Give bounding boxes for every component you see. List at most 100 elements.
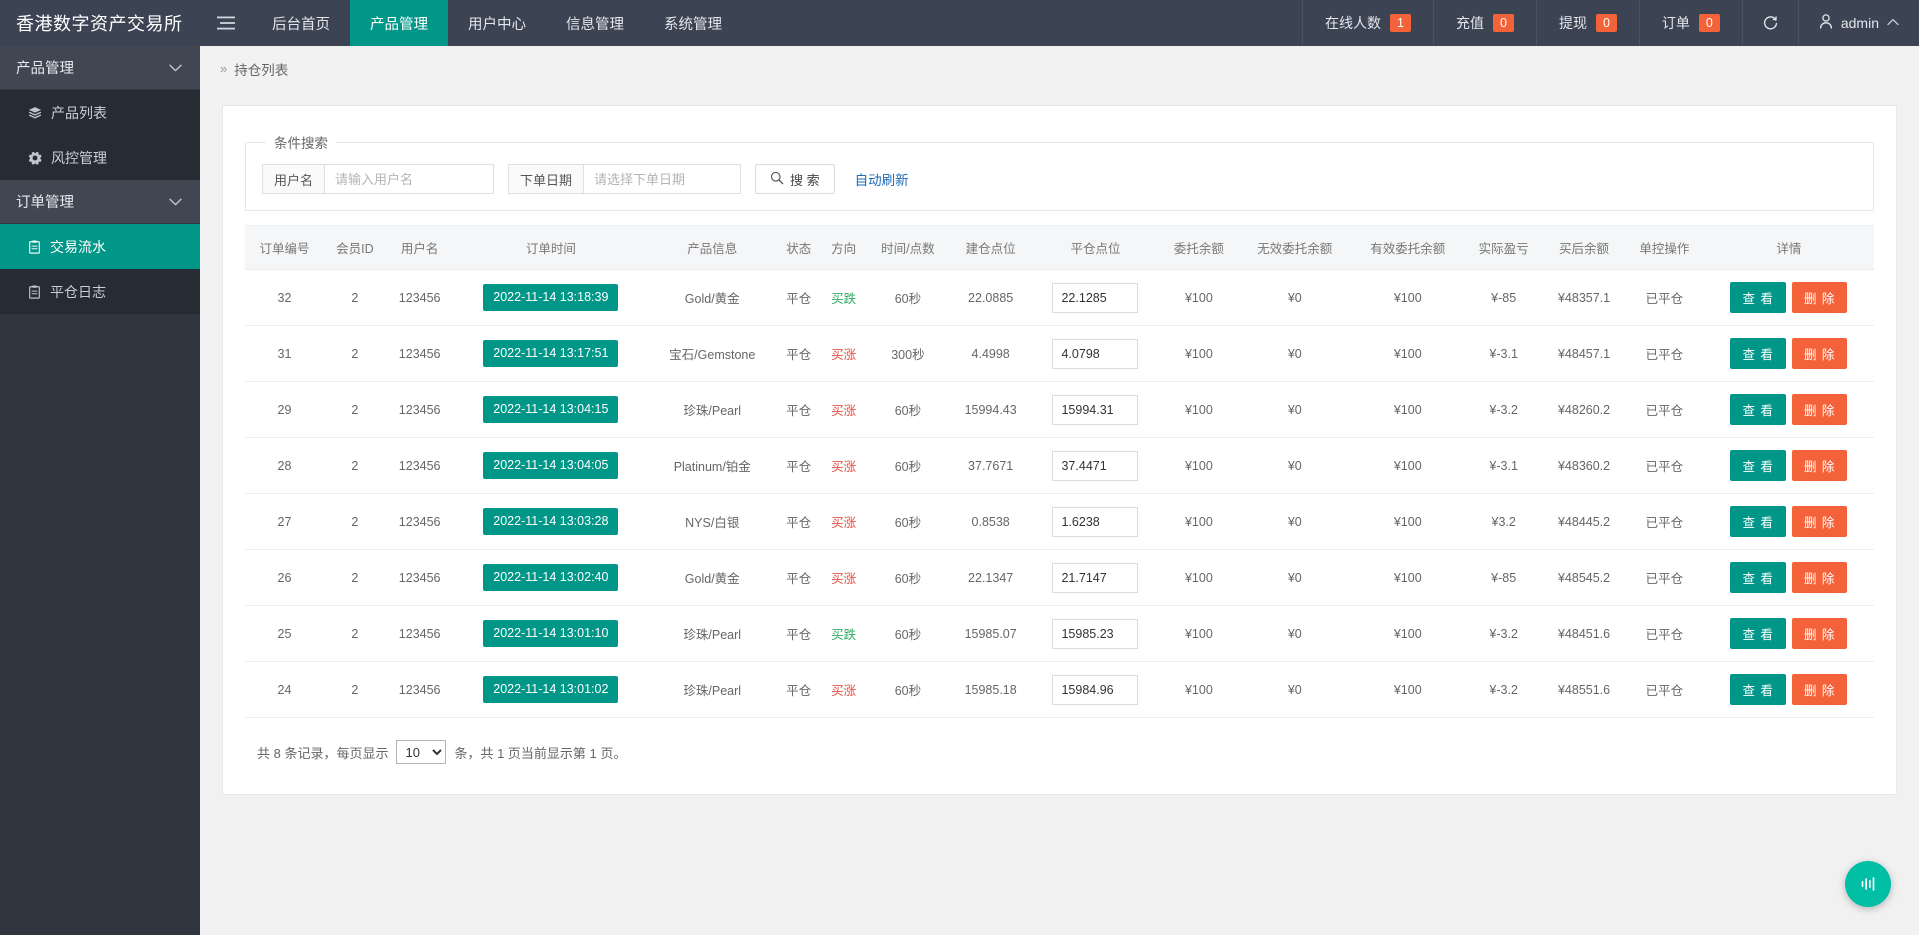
search-username-input[interactable] [324, 164, 494, 194]
view-button[interactable]: 查 看 [1730, 450, 1785, 481]
top-navbar: 香港数字资产交易所 后台首页 产品管理 用户中心 信息管理 系统管理 在线人数 … [0, 0, 1919, 46]
menu-icon[interactable] [200, 0, 252, 46]
cell-member-id: 2 [324, 326, 386, 382]
user-menu[interactable]: admin [1798, 0, 1919, 46]
delete-button[interactable]: 删 除 [1792, 674, 1847, 705]
page-size-select[interactable]: 102050100 [396, 740, 446, 764]
cell-actual-profit: ¥-3.2 [1464, 662, 1543, 718]
delete-button[interactable]: 删 除 [1792, 394, 1847, 425]
cell-duration: 60秒 [866, 550, 950, 606]
cell-valid-entrust: ¥100 [1351, 438, 1464, 494]
brand-title: 香港数字资产交易所 [0, 0, 200, 46]
cell-actual-profit: ¥-3.2 [1464, 606, 1543, 662]
nav-item-system-management[interactable]: 系统管理 [644, 0, 742, 46]
view-button[interactable]: 查 看 [1730, 506, 1785, 537]
positions-table: 订单编号 会员ID 用户名 订单时间 产品信息 状态 方向 时间/点数 建仓点位… [245, 225, 1874, 718]
stat-orders[interactable]: 订单 0 [1639, 0, 1742, 46]
view-button[interactable]: 查 看 [1730, 338, 1785, 369]
close-point-input[interactable] [1052, 283, 1138, 313]
order-time-tag: 2022-11-14 13:04:15 [483, 396, 618, 422]
delete-button[interactable]: 删 除 [1792, 450, 1847, 481]
sidebar-item-close-position-log[interactable]: 平仓日志 [0, 269, 200, 314]
view-button[interactable]: 查 看 [1730, 618, 1785, 649]
table-row: 2721234562022-11-14 13:03:28NYS/白银平仓买涨60… [245, 494, 1874, 550]
auto-refresh-link[interactable]: 自动刷新 [855, 169, 909, 189]
search-button[interactable]: 搜 索 [755, 164, 835, 194]
cell-direction: 买跌 [821, 270, 866, 326]
close-point-input[interactable] [1052, 675, 1138, 705]
view-button[interactable]: 查 看 [1730, 674, 1785, 705]
cell-close-point [1032, 326, 1160, 382]
cell-valid-entrust: ¥100 [1351, 494, 1464, 550]
cell-close-point [1032, 550, 1160, 606]
nav-item-info-management[interactable]: 信息管理 [546, 0, 644, 46]
direction-label: 买涨 [831, 516, 856, 530]
sound-wave-icon[interactable] [1845, 861, 1891, 907]
th-order-time: 订单时间 [453, 226, 648, 270]
stat-online-users[interactable]: 在线人数 1 [1302, 0, 1433, 46]
direction-label: 买涨 [831, 460, 856, 474]
close-point-input[interactable] [1052, 619, 1138, 649]
username-label: 用户名 [262, 164, 324, 194]
th-direction: 方向 [821, 226, 866, 270]
sidebar-group-product-management[interactable]: 产品管理 [0, 46, 200, 90]
sidebar-item-product-list[interactable]: 产品列表 [0, 90, 200, 135]
table-head: 订单编号 会员ID 用户名 订单时间 产品信息 状态 方向 时间/点数 建仓点位… [245, 226, 1874, 270]
view-button[interactable]: 查 看 [1730, 562, 1785, 593]
th-details: 详情 [1704, 226, 1874, 270]
cell-order-id: 28 [245, 438, 324, 494]
th-valid-entrust: 有效委托余额 [1351, 226, 1464, 270]
cell-open-point: 15985.18 [950, 662, 1032, 718]
table-row: 2921234562022-11-14 13:04:15珍珠/Pearl平仓买涨… [245, 382, 1874, 438]
cell-invalid-entrust: ¥0 [1238, 550, 1351, 606]
nav-item-home[interactable]: 后台首页 [252, 0, 350, 46]
delete-button[interactable]: 删 除 [1792, 562, 1847, 593]
cell-order-time: 2022-11-14 13:01:10 [453, 606, 648, 662]
sidebar-item-transaction-flow[interactable]: 交易流水 [0, 224, 200, 269]
sidebar-group-order-management[interactable]: 订单管理 [0, 180, 200, 224]
table-container: 订单编号 会员ID 用户名 订单时间 产品信息 状态 方向 时间/点数 建仓点位… [239, 225, 1880, 768]
close-point-input[interactable] [1052, 395, 1138, 425]
sidebar-item-risk-management[interactable]: 风控管理 [0, 135, 200, 180]
view-button[interactable]: 查 看 [1730, 282, 1785, 313]
delete-button[interactable]: 删 除 [1792, 618, 1847, 649]
cell-single-control: 已平仓 [1625, 494, 1704, 550]
cell-product-info: Gold/黄金 [648, 550, 776, 606]
cell-username: 123456 [386, 326, 454, 382]
close-point-input[interactable] [1052, 507, 1138, 537]
cell-invalid-entrust: ¥0 [1238, 326, 1351, 382]
cell-close-point [1032, 382, 1160, 438]
cell-valid-entrust: ¥100 [1351, 550, 1464, 606]
chevron-up-icon [1887, 17, 1899, 29]
cell-order-time: 2022-11-14 13:01:02 [453, 662, 648, 718]
cell-balance-after: ¥48545.2 [1543, 550, 1625, 606]
close-point-input[interactable] [1052, 563, 1138, 593]
cell-single-control: 已平仓 [1625, 382, 1704, 438]
view-button[interactable]: 查 看 [1730, 394, 1785, 425]
delete-button[interactable]: 删 除 [1792, 506, 1847, 537]
stat-recharge[interactable]: 充值 0 [1433, 0, 1536, 46]
nav-item-product-management[interactable]: 产品管理 [350, 0, 448, 46]
breadcrumb: » 持仓列表 [200, 46, 1919, 91]
sidebar-item-product-list-label: 产品列表 [51, 103, 107, 123]
cell-direction: 买涨 [821, 326, 866, 382]
nav-item-user-center[interactable]: 用户中心 [448, 0, 546, 46]
close-point-input[interactable] [1052, 451, 1138, 481]
delete-button[interactable]: 删 除 [1792, 282, 1847, 313]
refresh-icon[interactable] [1742, 0, 1798, 46]
search-order-date-input[interactable] [583, 164, 741, 194]
cell-invalid-entrust: ¥0 [1238, 382, 1351, 438]
cell-open-point: 37.7671 [950, 438, 1032, 494]
cell-valid-entrust: ¥100 [1351, 326, 1464, 382]
stat-withdraw[interactable]: 提现 0 [1536, 0, 1639, 46]
cell-duration: 60秒 [866, 662, 950, 718]
cell-invalid-entrust: ¥0 [1238, 662, 1351, 718]
pagination-text-before: 共 8 条记录，每页显示 [257, 743, 388, 762]
page-title: 持仓列表 [234, 59, 288, 79]
search-icon [770, 171, 784, 188]
cell-order-id: 27 [245, 494, 324, 550]
delete-button[interactable]: 删 除 [1792, 338, 1847, 369]
clipboard-icon [28, 240, 41, 254]
th-open-point: 建仓点位 [950, 226, 1032, 270]
close-point-input[interactable] [1052, 339, 1138, 369]
